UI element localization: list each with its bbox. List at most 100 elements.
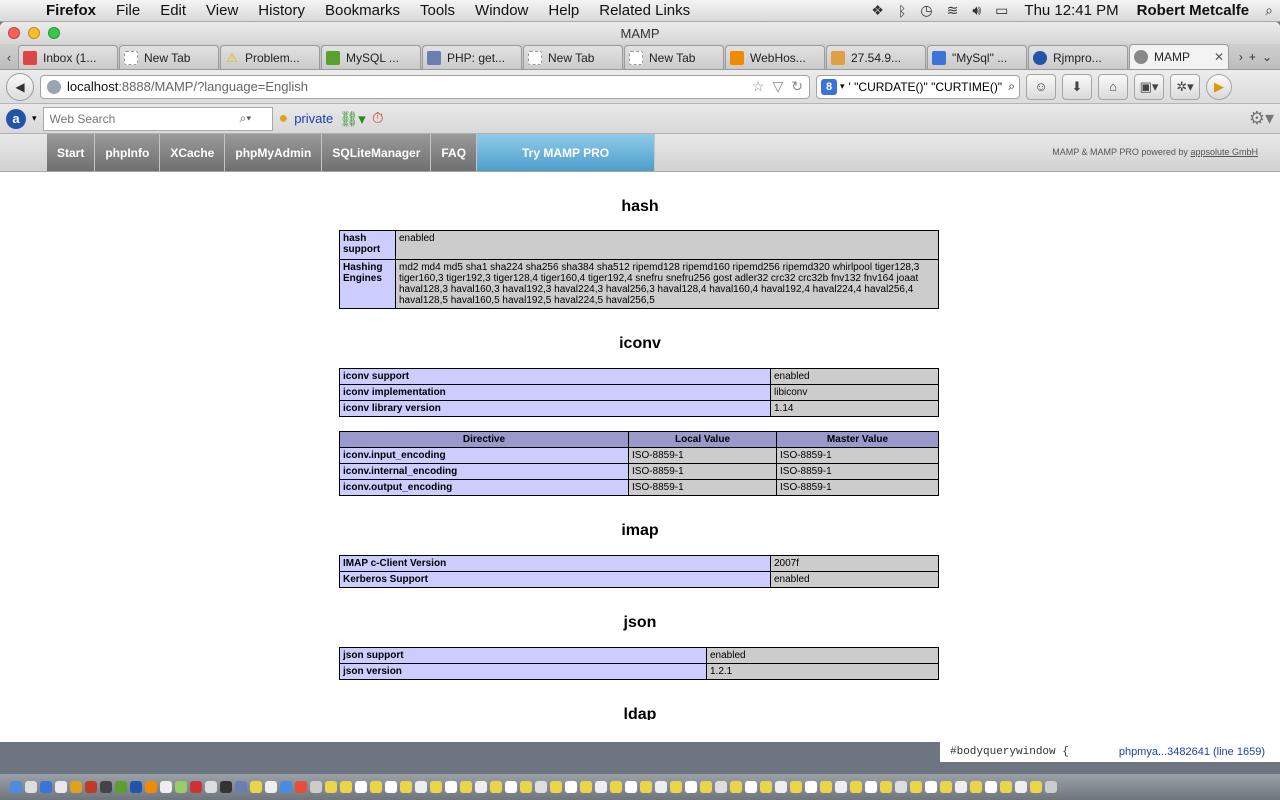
dock-app-icon[interactable] [790, 781, 802, 793]
dock-app-icon[interactable] [715, 781, 727, 793]
tab-6[interactable]: New Tab [624, 45, 724, 69]
menu-tools[interactable]: Tools [410, 2, 465, 19]
dock-app-icon[interactable] [265, 781, 277, 793]
menu-history[interactable]: History [248, 2, 315, 19]
dock-app-icon[interactable] [955, 781, 967, 793]
dock-app-icon[interactable] [775, 781, 787, 793]
tab-8[interactable]: 27.54.9... [826, 45, 926, 69]
dock-app-icon[interactable] [145, 781, 157, 793]
engine-dropdown-icon[interactable]: ▾ [840, 81, 845, 92]
tab-scroll-left-icon[interactable]: ‹ [0, 45, 18, 69]
dock-app-icon[interactable] [400, 781, 412, 793]
dock-app-icon[interactable] [175, 781, 187, 793]
dock-app-icon[interactable] [910, 781, 922, 793]
try-mamp-pro-button[interactable]: Try MAMP PRO [477, 134, 656, 171]
settings-gear-icon[interactable]: ⚙▾ [1249, 108, 1274, 129]
tab-5[interactable]: New Tab [523, 45, 623, 69]
dock-app-icon[interactable] [205, 781, 217, 793]
dock-app-icon[interactable] [985, 781, 997, 793]
mamp-xcache-button[interactable]: XCache [160, 134, 226, 171]
mamp-start-button[interactable]: Start [47, 134, 96, 171]
menu-clock[interactable]: Thu 12:41 PM [1015, 2, 1127, 19]
tab-scroll-right-icon[interactable]: › [1239, 50, 1243, 64]
dock-app-icon[interactable] [580, 781, 592, 793]
dock-app-icon[interactable] [55, 781, 67, 793]
dock-app-icon[interactable] [250, 781, 262, 793]
dock-app-icon[interactable] [70, 781, 82, 793]
dock-app-icon[interactable] [280, 781, 292, 793]
dock-app-icon[interactable] [430, 781, 442, 793]
link-chain-icon[interactable]: ⛓▾ [339, 110, 366, 128]
list-all-tabs-icon[interactable]: ⌄ [1262, 50, 1272, 64]
mamp-faq-button[interactable]: FAQ [431, 134, 478, 171]
site-identity-icon[interactable] [47, 79, 61, 94]
dock-app-icon[interactable] [385, 781, 397, 793]
new-tab-plus-icon[interactable]: + [1249, 50, 1256, 64]
firebug-button[interactable]: ✲▾ [1170, 73, 1200, 100]
tab-9[interactable]: "MySql" ... [927, 45, 1027, 69]
dock-app-icon[interactable] [100, 781, 112, 793]
mamp-phpmyadmin-button[interactable]: phpMyAdmin [225, 134, 323, 171]
volume-icon[interactable]: 🔊︎ [965, 2, 988, 19]
search-bar[interactable]: 8 ▾ ' "CURDATE()" "CURTIME()" ⌕ [816, 74, 1020, 99]
menu-app-name[interactable]: Firefox [36, 2, 106, 19]
web-search-input[interactable] [49, 111, 240, 126]
dock-app-icon[interactable] [550, 781, 562, 793]
menu-related-links[interactable]: Related Links [589, 2, 700, 19]
url-bar[interactable]: localhost:8888/MAMP/?language=English ☆ … [40, 74, 810, 99]
dock-app-icon[interactable] [640, 781, 652, 793]
dock-app-icon[interactable] [730, 781, 742, 793]
menu-view[interactable]: View [196, 2, 248, 19]
tab-7[interactable]: WebHos... [725, 45, 825, 69]
dock-app-icon[interactable] [1015, 781, 1027, 793]
dock-app-icon[interactable] [295, 781, 307, 793]
mamp-sqlitemanager-button[interactable]: SQLiteManager [322, 134, 432, 171]
dock-app-icon[interactable] [685, 781, 697, 793]
dock-trash-icon[interactable] [1045, 781, 1057, 793]
ask-dropdown-icon[interactable]: ▾ [32, 113, 37, 124]
dock-app-icon[interactable] [895, 781, 907, 793]
close-tab-icon[interactable]: ✕ [1214, 50, 1224, 64]
dock-app-icon[interactable] [760, 781, 772, 793]
bookmark-star-icon[interactable]: ☆ [752, 78, 765, 95]
dock-app-icon[interactable] [85, 781, 97, 793]
close-window-icon[interactable] [8, 27, 20, 39]
wifi-icon[interactable]: ≋ [940, 2, 966, 19]
dock-app-icon[interactable] [190, 781, 202, 793]
stopwatch-icon[interactable]: ⏱ [372, 110, 384, 127]
dock-app-icon[interactable] [445, 781, 457, 793]
dock-app-icon[interactable] [535, 781, 547, 793]
dock-app-icon[interactable] [490, 781, 502, 793]
tab-2[interactable]: ⚠ Problem... [220, 45, 320, 69]
spotlight-search-icon[interactable]: ⌕ [1258, 2, 1280, 19]
menu-file[interactable]: File [106, 2, 150, 19]
google-search-engine-icon[interactable]: 8 [821, 78, 837, 95]
dock-app-icon[interactable] [565, 781, 577, 793]
appsolute-link[interactable]: appsolute GmbH [1190, 147, 1258, 157]
dock-app-icon[interactable] [235, 781, 247, 793]
privacy-globe-icon[interactable]: ● [279, 110, 289, 128]
dock-app-icon[interactable] [880, 781, 892, 793]
search-magnifier-icon[interactable]: ⌕ [1008, 79, 1015, 94]
web-search-magnifier-icon[interactable]: ⌕▾ [240, 111, 252, 126]
dock-app-icon[interactable] [355, 781, 367, 793]
addon-button[interactable]: ▶ [1206, 73, 1232, 100]
dock-app-icon[interactable] [805, 781, 817, 793]
bluetooth-icon[interactable]: ᛒ [891, 3, 913, 19]
dock-app-icon[interactable] [340, 781, 352, 793]
dock-app-icon[interactable] [520, 781, 532, 793]
menu-window[interactable]: Window [465, 2, 538, 19]
battery-icon[interactable]: ▭ [988, 2, 1015, 19]
dock-app-icon[interactable] [370, 781, 382, 793]
dock-app-icon[interactable] [415, 781, 427, 793]
bookmarks-menu-button[interactable]: ▣▾ [1134, 73, 1164, 100]
source-link[interactable]: phpmya...3482641 (line 1659) [1119, 746, 1265, 758]
dock-app-icon[interactable] [865, 781, 877, 793]
dock-app-icon[interactable] [25, 781, 37, 793]
dock-app-icon[interactable] [625, 781, 637, 793]
dock-app-icon[interactable] [505, 781, 517, 793]
tab-1[interactable]: New Tab [119, 45, 219, 69]
dock-app-icon[interactable] [115, 781, 127, 793]
tab-3[interactable]: MySQL ... [321, 45, 421, 69]
dock-app-icon[interactable] [700, 781, 712, 793]
